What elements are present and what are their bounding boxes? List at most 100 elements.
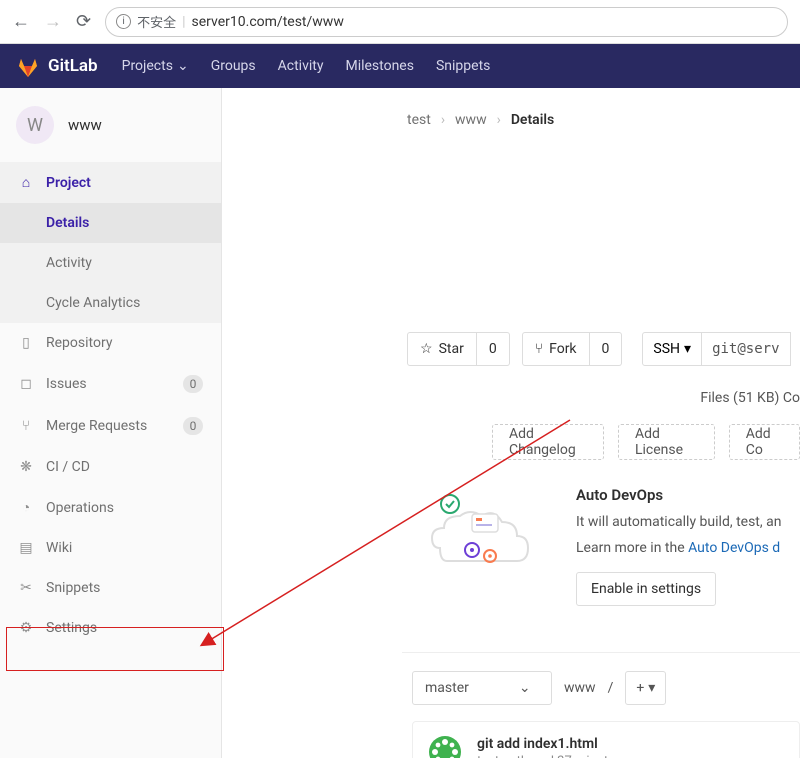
project-header[interactable]: W www — [0, 88, 221, 162]
gitlab-topbar: GitLab Projects ⌄ Groups Activity Milest… — [0, 44, 800, 88]
breadcrumb-current: Details — [511, 112, 554, 128]
file-icon: ▯ — [18, 335, 34, 351]
sidebar-item-label: Operations — [46, 500, 114, 516]
forward-icon[interactable]: → — [44, 11, 62, 32]
sidebar-item-label: Project — [46, 175, 91, 191]
star-button[interactable]: ☆Star — [407, 332, 477, 366]
browser-toolbar: ← → ⟳ i 不安全 | server10.com/test/www — [0, 0, 800, 44]
project-name: www — [68, 116, 102, 134]
sidebar-item-snippets[interactable]: ✂ Snippets — [0, 568, 221, 608]
sidebar-item-label: CI / CD — [46, 459, 90, 475]
url-bar[interactable]: i 不安全 | server10.com/test/www — [105, 7, 788, 37]
devops-learn-more: Learn more in the Auto DevOps d — [576, 540, 800, 556]
path-root[interactable]: www — [564, 680, 596, 696]
sidebar-item-operations[interactable]: ◔ Operations — [0, 487, 221, 528]
ssh-dropdown[interactable]: SSH▾ — [642, 332, 702, 366]
project-actions-row: ☆Star 0 ⑂Fork 0 SSH▾ git@serv — [222, 332, 800, 366]
sidebar-sub-details[interactable]: Details — [0, 203, 221, 243]
commit-avatar — [427, 734, 463, 758]
scissors-icon: ✂ — [18, 580, 34, 596]
fork-count: 0 — [590, 332, 623, 366]
brand-text: GitLab — [48, 56, 98, 76]
back-icon[interactable]: ← — [12, 11, 30, 32]
star-count: 0 — [477, 332, 510, 366]
topnav-milestones[interactable]: Milestones — [345, 58, 414, 74]
sidebar-item-project[interactable]: ⌂ Project — [0, 162, 221, 203]
latest-commit[interactable]: git add index1.html test authored 37 min… — [412, 721, 800, 758]
sidebar-item-repository[interactable]: ▯ Repository — [0, 323, 221, 363]
clone-url-field[interactable]: git@serv — [702, 332, 790, 366]
topnav-groups[interactable]: Groups — [211, 58, 256, 74]
issues-count-badge: 0 — [183, 375, 203, 393]
sidebar-item-label: Snippets — [46, 580, 100, 596]
url-text: server10.com/test/www — [192, 14, 344, 30]
sidebar-item-issues[interactable]: ◻ Issues 0 — [0, 363, 221, 405]
sidebar-sub-activity[interactable]: Activity — [0, 243, 221, 283]
devops-title: Auto DevOps — [576, 486, 800, 504]
fork-button[interactable]: ⑂Fork — [522, 332, 590, 366]
reload-icon[interactable]: ⟳ — [76, 11, 91, 32]
star-icon: ☆ — [420, 341, 433, 357]
star-group: ☆Star 0 — [407, 332, 510, 366]
commit-text: git add index1.html test authored 37 min… — [477, 736, 647, 758]
sidebar-item-label: Settings — [46, 620, 97, 636]
chevron-down-icon: ⌄ — [177, 58, 189, 74]
sidebar-item-label: Wiki — [46, 540, 72, 556]
fork-icon: ⑂ — [535, 341, 543, 357]
devops-desc: It will automatically build, test, an — [576, 514, 800, 530]
info-icon: i — [116, 14, 131, 29]
topnav-activity[interactable]: Activity — [278, 58, 324, 74]
clone-url-group: SSH▾ git@serv — [642, 332, 790, 366]
gitlab-logo[interactable]: GitLab — [16, 54, 98, 78]
topnav-projects[interactable]: Projects ⌄ — [122, 58, 189, 74]
chevron-right-icon: › — [441, 112, 445, 128]
gitlab-icon — [16, 54, 40, 78]
topnav-snippets[interactable]: Snippets — [436, 58, 490, 74]
sidebar-item-settings[interactable]: ⚙ Settings — [0, 608, 221, 648]
home-icon: ⌂ — [18, 174, 34, 191]
chevron-down-icon: ⌄ — [519, 680, 531, 696]
add-changelog-button[interactable]: Add Changelog — [492, 424, 604, 460]
auto-devops-panel: Auto DevOps It will automatically build,… — [222, 460, 800, 632]
sidebar-item-label: Issues — [46, 376, 87, 392]
branch-row: master ⌄ www / + ▾ — [222, 653, 800, 705]
breadcrumb-item[interactable]: test — [407, 112, 431, 128]
content-area: test › www › Details ☆Star 0 ⑂Fork 0 SSH… — [222, 88, 800, 758]
gear-icon: ⚙ — [18, 620, 34, 636]
branch-select[interactable]: master ⌄ — [412, 671, 552, 705]
rocket-icon: ❋ — [18, 459, 34, 475]
sidebar-sub-cycle[interactable]: Cycle Analytics — [0, 283, 221, 323]
caret-down-icon: ▾ — [684, 341, 691, 357]
breadcrumb-item[interactable]: www — [455, 112, 487, 128]
devops-text: Auto DevOps It will automatically build,… — [576, 486, 800, 606]
mr-count-badge: 0 — [183, 417, 203, 435]
enable-settings-button[interactable]: Enable in settings — [576, 572, 716, 606]
commit-title: git add index1.html — [477, 736, 647, 752]
sidebar-item-label: Merge Requests — [46, 418, 147, 434]
sidebar-item-merge-requests[interactable]: ⑂ Merge Requests 0 — [0, 405, 221, 447]
insecure-label: 不安全 — [137, 12, 176, 31]
devops-link[interactable]: Auto DevOps d — [688, 540, 780, 556]
path-sep: / — [608, 680, 614, 696]
commit-meta: test authored 37 minutes ago — [477, 754, 647, 758]
merge-icon: ⑂ — [18, 418, 34, 434]
issues-icon: ◻ — [18, 376, 34, 392]
chevron-right-icon: › — [497, 112, 501, 128]
divider: | — [182, 14, 185, 30]
sidebar-item-label: Repository — [46, 335, 112, 351]
book-icon: ▤ — [18, 540, 34, 556]
add-license-button[interactable]: Add License — [618, 424, 715, 460]
fork-group: ⑂Fork 0 — [522, 332, 623, 366]
add-contrib-button[interactable]: Add Co — [729, 424, 800, 460]
add-files-row: Add Changelog Add License Add Co — [222, 424, 800, 460]
sidebar-item-wiki[interactable]: ▤ Wiki — [0, 528, 221, 568]
add-file-dropdown[interactable]: + ▾ — [625, 671, 666, 705]
topnav: Projects ⌄ Groups Activity Milestones Sn… — [122, 58, 491, 74]
devops-illustration — [422, 486, 542, 582]
caret-down-icon: ▾ — [648, 680, 655, 696]
sidebar-item-cicd[interactable]: ❋ CI / CD — [0, 447, 221, 487]
sidebar: W www ⌂ Project Details Activity Cycle A… — [0, 88, 222, 758]
files-info[interactable]: Files (51 KB) Co — [407, 366, 800, 424]
project-avatar: W — [16, 106, 54, 144]
breadcrumb: test › www › Details — [407, 102, 800, 142]
